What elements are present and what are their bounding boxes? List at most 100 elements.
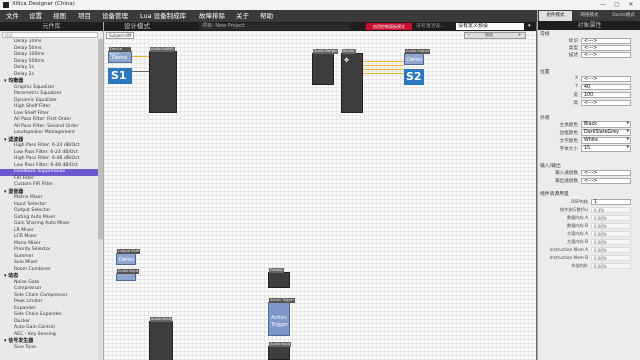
menu-file[interactable]: 文件 (6, 10, 19, 22)
block-caption: Device Input (109, 47, 131, 56)
presets-block[interactable]: Presets (268, 268, 290, 288)
audio-merger-block[interactable]: Audio Merger (312, 49, 339, 85)
menu-troubleshoot[interactable]: 故障排除 (199, 10, 225, 22)
width-field[interactable]: 100 (581, 92, 631, 98)
menu-lua-library[interactable]: Lua 设备制成库 (140, 10, 186, 22)
resource-row: 外部内存 0.00% (538, 262, 638, 270)
resource-label: 方案内存 A (567, 231, 588, 236)
menu-settings[interactable]: 设置 (29, 10, 42, 22)
router-block[interactable]: Router ✥ (341, 49, 363, 113)
description-label: 描述 (568, 53, 578, 58)
dante-label: Demo (112, 55, 127, 61)
resource-label: 数据内存 B (567, 223, 588, 228)
library-item[interactable]: Sine Tone (0, 345, 98, 352)
window-title: Xilica Designer (China) (12, 1, 75, 7)
resource-row: 数据内存 B 0.00% (538, 222, 638, 230)
library-header: 元件库 (0, 22, 103, 31)
preset-dropdown-icon[interactable]: ▾ (528, 23, 534, 30)
text-color-select[interactable]: White (581, 137, 631, 144)
tab-network-mode[interactable]: 网络模式 (573, 11, 606, 21)
resource-label: 方案内存 B (567, 239, 588, 244)
resource-label: DSP内核 (571, 199, 588, 204)
output-channels-label: 输出通道数 (555, 179, 578, 184)
name-field[interactable]: <---> (581, 38, 631, 44)
font-size-select[interactable]: 15 (581, 145, 631, 152)
control-panel-mode-button[interactable]: 启用控制面板模式 (366, 23, 412, 30)
block-caption: Presets (269, 268, 284, 273)
audio-input-block-2[interactable]: Audio Input (116, 269, 140, 281)
resource-value: 0.00% (591, 239, 631, 245)
output-channels-field[interactable]: <---> (581, 178, 631, 184)
text-color-label: 文字颜色 (559, 139, 578, 144)
section-general: 常规 (540, 32, 550, 37)
resource-label: 外部内存 (571, 263, 588, 268)
height-field[interactable]: <---> (581, 100, 631, 106)
canvas-tab[interactable]: Subject-0M (106, 32, 135, 39)
design-toolbar: 设计模式 项目: New Project 启用控制面板模式 没有激活设... 没… (104, 22, 536, 31)
y-field[interactable]: 40 (581, 84, 631, 90)
menu-project[interactable]: 项目 (78, 10, 91, 22)
category-label: 均衡器 (8, 78, 24, 84)
menu-view[interactable]: 视图 (53, 10, 66, 22)
zoom-label: 缩放 (485, 32, 493, 37)
signal-wire (132, 71, 149, 72)
device-input-block[interactable]: Device Input Demo (108, 47, 132, 63)
resource-row: Instruction Mem B 0.00% (538, 254, 638, 262)
menu-about[interactable]: 关于 (236, 10, 249, 22)
library-search-input[interactable]: 搜索 (2, 32, 98, 38)
height-label: 高 (573, 101, 578, 106)
border-color-label: 边框颜色 (559, 131, 578, 136)
s2-label[interactable]: S2 (404, 69, 424, 85)
section-io: 输入/输出 (540, 164, 561, 169)
audio-input-block[interactable]: Output Shift Demo (116, 249, 141, 265)
tab-component-mode[interactable]: 组件模式 (539, 11, 572, 21)
minimize-icon[interactable]: — (596, 0, 610, 10)
section-position: 位置 (540, 70, 550, 75)
s1-label[interactable]: S1 (108, 68, 132, 84)
input-channels-field[interactable]: <---> (581, 170, 631, 176)
resource-value: 0.00% (591, 247, 631, 253)
move-cursor-icon: ✥ (344, 57, 350, 64)
mode-label: 设计模式 (124, 22, 150, 30)
design-canvas[interactable]: Subject-0M − 缩放 + Device Input Demo S1 A… (104, 31, 536, 360)
action-trigger-block[interactable]: Action Trigger Action Trigger (268, 298, 296, 336)
fill-color-select[interactable]: Black (581, 121, 631, 128)
maximize-icon[interactable]: ▢ (610, 0, 624, 10)
signal-wire (363, 65, 404, 66)
input-channels-label: 输入通道数 (555, 171, 578, 176)
menu-device-management[interactable]: 设备管理 (102, 10, 128, 22)
audio-input-block-4[interactable]: Audio Input (268, 342, 292, 360)
trigger-label: Trigger (271, 322, 289, 328)
preset-select[interactable]: 没有定义预设 (456, 23, 524, 30)
audio-switch-block[interactable]: Audio Switch (149, 47, 177, 113)
close-icon[interactable]: ✕ (624, 0, 638, 10)
zoom-plus-icon[interactable]: + (518, 32, 521, 37)
audio-input-block-3[interactable]: Audio Input (149, 317, 173, 360)
tab-dante-mode[interactable]: Dante模式 (607, 11, 640, 21)
mode-tabs: 组件模式 网络模式 Dante模式 (538, 10, 640, 21)
description-field[interactable]: <---> (581, 52, 631, 58)
menu-help[interactable]: 帮助 (260, 10, 273, 22)
resource-label: 数据内存 A (567, 215, 588, 220)
scrollbar-thumb[interactable] (98, 39, 103, 239)
action-label: Action (271, 315, 287, 321)
resource-row: 方案内存 A 0.00% (538, 230, 638, 238)
type-field[interactable]: <---> (581, 45, 631, 51)
font-size-label: 字体大小 (559, 147, 578, 152)
resource-row: 指令执行数(%) 0.4% (538, 206, 638, 214)
category-label: 滤波器 (8, 136, 24, 143)
audio-output-block[interactable]: Audio Output Demo (404, 49, 431, 65)
library-scrollbar[interactable] (98, 39, 103, 360)
x-field[interactable]: <---> (581, 76, 631, 82)
border-color-select[interactable]: DarkSlateGrey (581, 129, 631, 136)
zoom-minus-icon[interactable]: − (467, 32, 470, 37)
y-label: Y (575, 84, 578, 89)
signal-wire (363, 73, 404, 74)
dante-label: Demo (119, 257, 134, 263)
resource-row: 方案内存 B 0.00% (538, 238, 638, 246)
resource-table: DSP内核 1 指令执行数(%) 0.4% 数据内存 A 0.00% 数据内存 B 0.00%… (538, 198, 640, 288)
project-name-field[interactable]: 项目: New Project (199, 23, 349, 30)
zoom-control[interactable]: − 缩放 + (464, 32, 526, 39)
width-label: 宽 (573, 93, 578, 98)
x-label: X (574, 76, 578, 81)
